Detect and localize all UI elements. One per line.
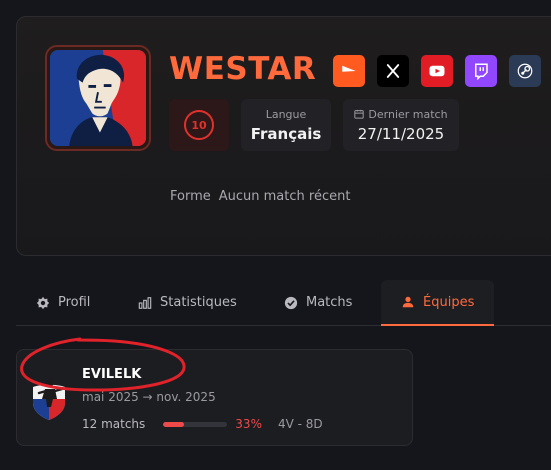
- avatar-portrait-image: [50, 50, 146, 146]
- steam-link[interactable]: [509, 55, 541, 87]
- last-match-box: Dernier match 27/11/2025: [343, 99, 459, 151]
- faceit-link[interactable]: [333, 55, 365, 87]
- team-stats: 12 matchs 33% 4V - 8D: [82, 417, 323, 431]
- language-label: Langue: [265, 107, 307, 121]
- x-icon: [386, 64, 400, 78]
- language-box: Langue Français: [241, 99, 331, 151]
- skill-level-badge: 10: [169, 99, 229, 151]
- gear-star-icon: [36, 296, 50, 309]
- tab-matchs[interactable]: Matchs: [284, 280, 352, 325]
- winrate-bar: [163, 421, 228, 427]
- form-value: Aucun match récent: [218, 189, 351, 204]
- last-match-value: 27/11/2025: [357, 124, 445, 143]
- team-card[interactable]: EVILELK mai 2025 → nov. 2025 12 matchs 3…: [16, 349, 413, 446]
- profile-card: WESTAR 10 Langue Français Dernier match …: [16, 16, 551, 256]
- tab-matchs-label: Matchs: [306, 295, 353, 310]
- tab-statistiques-label: Statistiques: [160, 295, 237, 310]
- winrate-percent: 33%: [235, 417, 262, 431]
- tab-equipes[interactable]: Équipes: [381, 280, 494, 326]
- x-link[interactable]: [377, 55, 409, 87]
- form-row: Forme Aucun match récent: [170, 189, 350, 204]
- youtube-link[interactable]: [421, 55, 453, 87]
- check-circle-icon: [284, 296, 298, 309]
- team-record: 4V - 8D: [277, 417, 323, 431]
- form-label: Forme: [170, 189, 211, 204]
- last-match-label-row: Dernier match: [354, 107, 448, 121]
- tab-equipes-label: Équipes: [423, 294, 475, 310]
- tab-profil[interactable]: Profil: [36, 280, 90, 325]
- team-logo: [33, 379, 65, 420]
- team-period: mai 2025 → nov. 2025: [82, 390, 216, 404]
- player-name: WESTAR: [169, 51, 317, 87]
- user-icon: [402, 296, 414, 308]
- team-matches: 12 matchs: [82, 417, 146, 431]
- tab-statistiques[interactable]: Statistiques: [138, 280, 237, 325]
- twitch-icon: [475, 63, 488, 80]
- social-links: [333, 55, 541, 87]
- tab-profil-label: Profil: [58, 295, 91, 310]
- language-value: Français: [250, 124, 322, 143]
- steam-icon: [517, 63, 533, 79]
- level-ring: 10: [184, 110, 214, 140]
- avatar-frame: [45, 45, 151, 151]
- player-profile-page: WESTAR 10 Langue Français Dernier match …: [0, 0, 551, 470]
- calendar-icon: [354, 109, 365, 119]
- twitch-link[interactable]: [465, 55, 497, 87]
- avatar: [50, 50, 146, 146]
- winrate-fill: [163, 421, 185, 427]
- profile-tabs: Profil Statistiques Matchs Équipes: [16, 280, 551, 326]
- team-name: EVILELK: [82, 367, 142, 382]
- bar-chart-icon: [138, 296, 152, 309]
- last-match-label: Dernier match: [368, 107, 448, 121]
- youtube-icon: [429, 65, 445, 77]
- faceit-icon: [342, 65, 356, 72]
